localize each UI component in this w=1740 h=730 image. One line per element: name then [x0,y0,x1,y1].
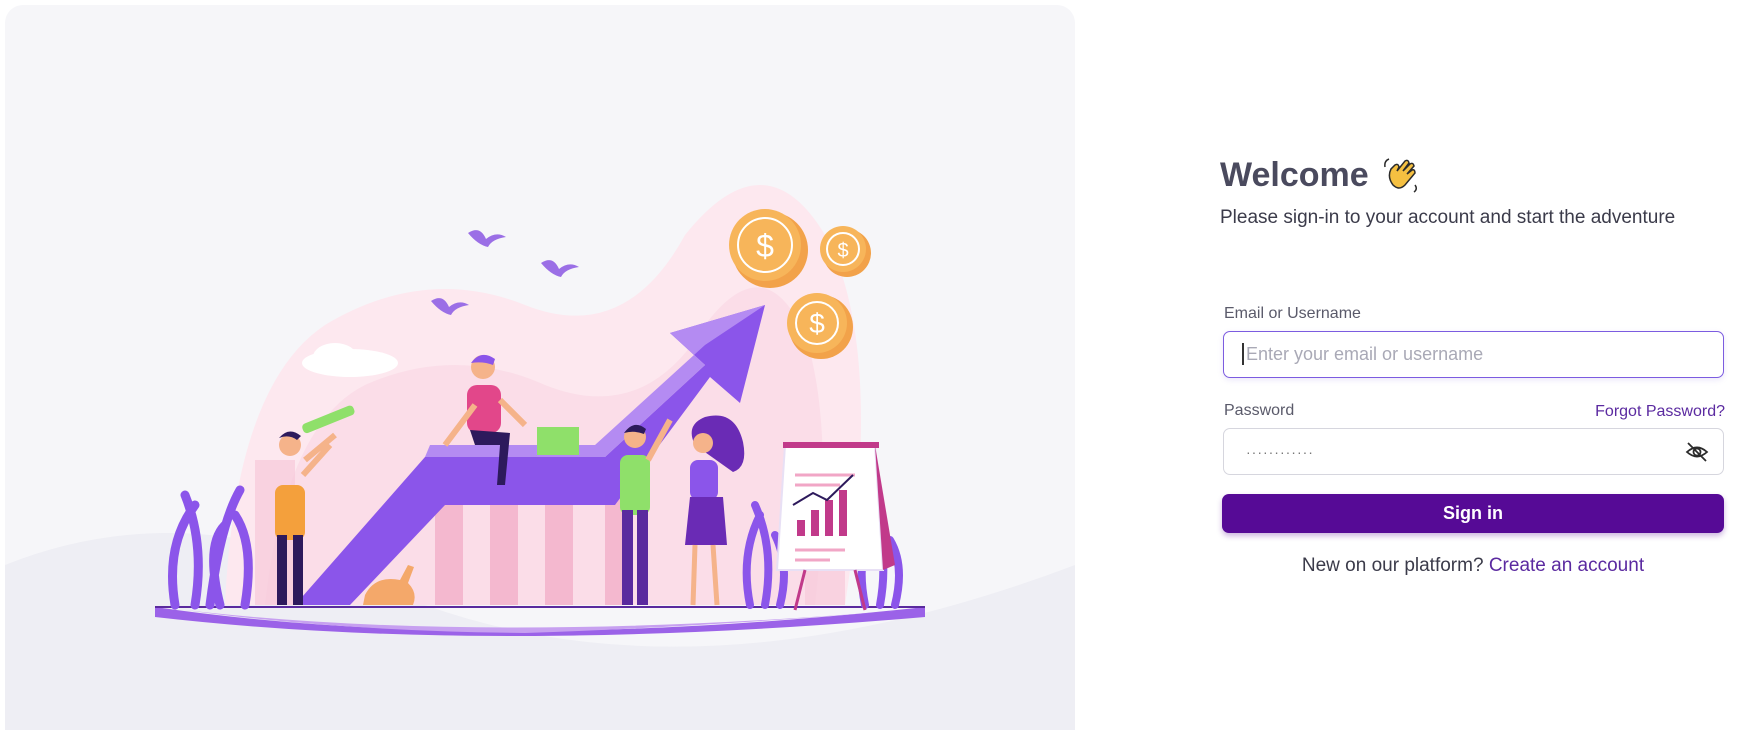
forgot-password-link[interactable]: Forgot Password? [1595,403,1725,421]
svg-text:$: $ [837,240,848,262]
signup-prompt-text: New on our platform? [1301,555,1484,576]
page-subtitle: Please sign-in to your account and start… [1220,207,1676,228]
illustration-panel: $ $ $ [5,5,1075,730]
page-title: Welcome [1220,155,1421,195]
sign-in-button[interactable]: Sign in [1222,494,1724,533]
text-caret [1242,343,1244,365]
password-input[interactable] [1223,428,1724,475]
svg-text:$: $ [756,228,774,264]
growth-illustration: $ $ $ [5,185,1075,730]
eye-off-icon[interactable] [1685,440,1709,464]
email-label: Email or Username [1224,305,1361,322]
email-input[interactable] [1223,331,1724,378]
create-account-link[interactable]: Create an account [1489,555,1644,576]
waving-hand-icon [1383,158,1417,193]
welcome-title: Welcome [1220,155,1369,194]
signup-prompt: New on our platform? Create an account [1222,555,1724,577]
svg-text:$: $ [809,308,825,339]
password-label: Password [1224,402,1295,419]
